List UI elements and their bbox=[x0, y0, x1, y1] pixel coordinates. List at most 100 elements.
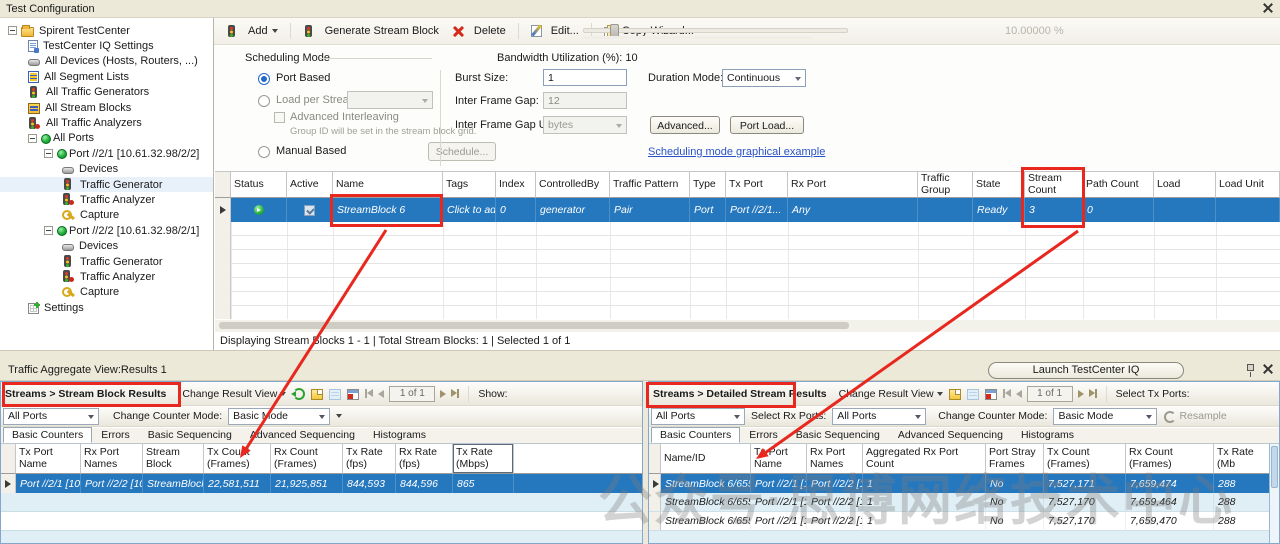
tree-item-iq-settings[interactable]: TestCenter IQ Settings bbox=[0, 38, 213, 53]
col-tags[interactable]: Tags bbox=[443, 171, 496, 198]
export-icon[interactable] bbox=[311, 389, 323, 400]
scheduling-example-link[interactable]: Scheduling mode graphical example bbox=[648, 146, 825, 158]
manual-based-radio[interactable] bbox=[258, 146, 270, 158]
prev-page-button[interactable] bbox=[1016, 390, 1022, 398]
counter-mode-dropdown[interactable]: Basic Mode bbox=[228, 408, 330, 425]
record-grid-icon[interactable] bbox=[985, 389, 997, 400]
tab-histograms[interactable]: Histograms bbox=[364, 427, 435, 443]
export-icon[interactable] bbox=[949, 389, 961, 400]
tree-item-all-ports[interactable]: All Ports bbox=[0, 131, 213, 146]
collapse-icon[interactable] bbox=[8, 26, 17, 35]
traffic-group-cell[interactable] bbox=[918, 198, 973, 222]
tree-item-traffic-generator[interactable]: Traffic Generator bbox=[0, 177, 213, 192]
next-page-button[interactable] bbox=[440, 390, 446, 398]
tab-histograms[interactable]: Histograms bbox=[1012, 427, 1083, 443]
col-controlledby[interactable]: ControlledBy bbox=[536, 171, 610, 198]
delete-button[interactable]: Delete bbox=[448, 23, 510, 40]
first-page-button[interactable] bbox=[365, 389, 373, 398]
rx-port-cell[interactable]: Any bbox=[788, 198, 918, 222]
load-per-stream-block-radio[interactable] bbox=[258, 95, 270, 107]
col-path-count[interactable]: Path Count bbox=[1083, 171, 1154, 198]
name-cell[interactable]: StreamBlock 6 bbox=[333, 198, 443, 222]
change-result-view-button[interactable]: Change Result View bbox=[839, 388, 943, 400]
edit-button[interactable]: Edit... bbox=[527, 23, 583, 39]
tree-item-devices[interactable]: Devices bbox=[0, 238, 213, 253]
duration-mode-dropdown[interactable]: Continuous bbox=[722, 69, 806, 87]
col-traffic-pattern[interactable]: Traffic Pattern bbox=[610, 171, 690, 198]
load-unit-cell[interactable] bbox=[1216, 198, 1280, 222]
col-tx-count[interactable]: Tx Count (Frames) bbox=[204, 444, 271, 474]
col-load-unit[interactable]: Load Unit bbox=[1216, 171, 1280, 198]
col-rx-port-names[interactable]: Rx Port Names bbox=[807, 444, 863, 474]
tree-item-traffic-analyzer[interactable]: Traffic Analyzer bbox=[0, 192, 213, 207]
refresh-icon[interactable] bbox=[292, 387, 305, 400]
scrollbar-thumb[interactable] bbox=[219, 322, 849, 329]
collapse-icon[interactable] bbox=[28, 134, 37, 143]
col-rx-count[interactable]: Rx Count (Frames) bbox=[1126, 444, 1214, 474]
table-row[interactable]: StreamBlock 6/65538 Port //2/1 [10... Po… bbox=[649, 512, 1271, 531]
tree-item-devices[interactable]: Devices bbox=[0, 162, 213, 177]
inter-frame-gap-unit-dropdown[interactable]: bytes bbox=[543, 116, 627, 134]
stream-count-cell[interactable]: 3 bbox=[1025, 198, 1083, 222]
col-name-id[interactable]: Name/ID bbox=[661, 444, 751, 474]
col-stream-count[interactable]: Stream Count bbox=[1025, 171, 1083, 198]
col-tx-port-name[interactable]: Tx Port Name bbox=[16, 444, 81, 474]
tree-item-capture[interactable]: Capture bbox=[0, 285, 213, 300]
col-tx-rate-fps[interactable]: Tx Rate (fps) bbox=[343, 444, 396, 474]
col-stream-block[interactable]: Stream Block bbox=[143, 444, 204, 474]
col-tx-count[interactable]: Tx Count (Frames) bbox=[1044, 444, 1126, 474]
row-selector[interactable] bbox=[215, 198, 231, 222]
tags-cell[interactable]: Click to ad... bbox=[443, 198, 496, 222]
col-aggregated-rx[interactable]: Aggregated Rx Port Count bbox=[863, 444, 986, 474]
col-rx-port[interactable]: Rx Port bbox=[788, 171, 918, 198]
tab-basic-counters[interactable]: Basic Counters bbox=[3, 427, 92, 443]
horizontal-splitter[interactable] bbox=[0, 350, 1280, 359]
load-slider[interactable] bbox=[583, 28, 848, 33]
tree-item-traffic-analyzer[interactable]: Traffic Analyzer bbox=[0, 269, 213, 284]
col-status[interactable]: Status bbox=[231, 171, 287, 198]
table-view-icon[interactable] bbox=[967, 389, 979, 400]
schedule-button[interactable]: Schedule... bbox=[428, 142, 496, 161]
vertical-splitter[interactable] bbox=[643, 381, 648, 544]
chevron-down-icon[interactable] bbox=[336, 414, 342, 418]
grid-horizontal-scrollbar[interactable] bbox=[215, 320, 1280, 332]
tx-ports-dropdown[interactable]: All Ports bbox=[651, 408, 745, 425]
last-page-button[interactable] bbox=[451, 389, 459, 398]
collapse-icon[interactable] bbox=[44, 226, 53, 235]
tab-basic-sequencing[interactable]: Basic Sequencing bbox=[139, 427, 241, 443]
close-icon[interactable] bbox=[1263, 364, 1274, 375]
collapse-icon[interactable] bbox=[44, 149, 53, 158]
generate-stream-block-button[interactable]: Generate Stream Block bbox=[299, 23, 443, 40]
counter-mode-dropdown[interactable]: Basic Mode bbox=[1053, 408, 1157, 425]
tree-item-spirent-testcenter[interactable]: Spirent TestCenter bbox=[0, 23, 213, 38]
path-count-cell[interactable]: 0 bbox=[1083, 198, 1154, 222]
col-name[interactable]: Name bbox=[333, 171, 443, 198]
col-port-stray[interactable]: Port Stray Frames bbox=[986, 444, 1044, 474]
col-tx-rate-mb[interactable]: Tx Rate (Mb bbox=[1214, 444, 1271, 474]
tree-item-all-stream-blocks[interactable]: All Stream Blocks bbox=[0, 100, 213, 115]
status-cell[interactable] bbox=[231, 198, 287, 222]
tab-errors[interactable]: Errors bbox=[740, 427, 787, 443]
port-load-button[interactable]: Port Load... bbox=[730, 116, 804, 134]
col-tx-port[interactable]: Tx Port bbox=[726, 171, 788, 198]
add-button[interactable]: Add bbox=[222, 23, 282, 40]
row-selector[interactable] bbox=[649, 474, 661, 493]
col-rx-count[interactable]: Rx Count (Frames) bbox=[271, 444, 343, 474]
col-active[interactable]: Active bbox=[287, 171, 333, 198]
change-result-view-button[interactable]: Change Result View bbox=[182, 388, 286, 400]
state-cell[interactable]: Ready bbox=[973, 198, 1025, 222]
next-page-button[interactable] bbox=[1078, 390, 1084, 398]
load-cell[interactable] bbox=[1154, 198, 1216, 222]
ports-filter-dropdown[interactable]: All Ports bbox=[3, 408, 99, 425]
tree-item-port-2-1[interactable]: Port //2/1 [10.61.32.98/2/2] bbox=[0, 146, 213, 161]
tree-item-all-traffic-analyzers[interactable]: All Traffic Analyzers bbox=[0, 115, 213, 130]
col-tx-port-name[interactable]: Tx Port Name bbox=[751, 444, 807, 474]
advanced-button[interactable]: Advanced... bbox=[650, 116, 720, 134]
pin-icon[interactable] bbox=[1247, 364, 1254, 371]
tab-advanced-sequencing[interactable]: Advanced Sequencing bbox=[241, 427, 364, 443]
tx-port-cell[interactable]: Port //2/1... bbox=[726, 198, 788, 222]
table-row[interactable]: StreamBlock 6/65536 Port //2/1 [10... Po… bbox=[649, 474, 1271, 493]
burst-size-input[interactable]: 1 bbox=[543, 69, 627, 86]
table-row[interactable]: StreamBlock 6/65537 Port //2/1 [10... Po… bbox=[649, 493, 1271, 512]
inter-frame-gap-input[interactable]: 12 bbox=[543, 92, 627, 109]
